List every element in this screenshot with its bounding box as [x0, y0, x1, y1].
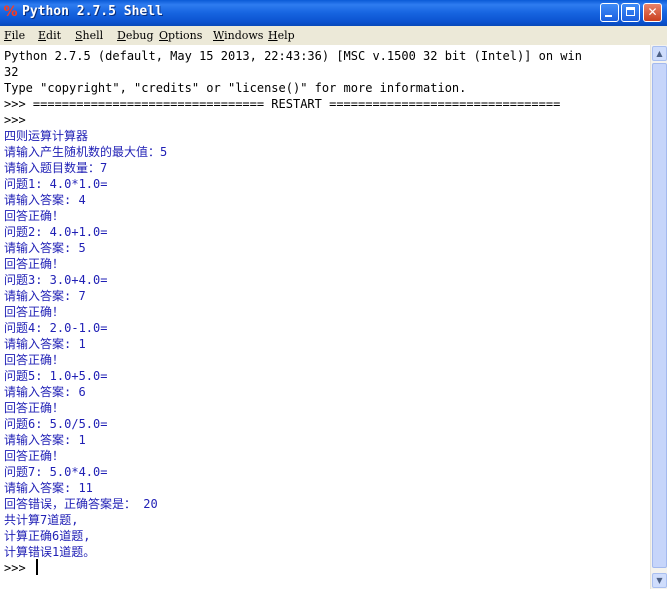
scroll-thumb[interactable]	[652, 63, 667, 568]
close-icon: ✕	[647, 5, 658, 19]
shell-banner-line: Python 2.7.5 (default, May 15 2013, 22:4…	[4, 49, 582, 63]
vertical-scrollbar[interactable]: ▲ ▼	[650, 45, 667, 589]
idle-shell-window: % Python 2.7.5 Shell ✕ File Edit Shell D…	[0, 0, 667, 589]
output-line: 共计算7道题,	[4, 513, 79, 527]
menu-debug[interactable]: Debug	[117, 29, 154, 42]
output-line: 四则运算计算器	[4, 129, 89, 143]
minimize-button[interactable]	[600, 3, 619, 22]
python-idle-icon[interactable]: %	[3, 5, 18, 20]
menu-help[interactable]: Help	[268, 29, 295, 42]
output-line: 回答错误，正确答案是： 20	[4, 497, 158, 511]
restart-line: >>> ================================ RES…	[4, 97, 561, 111]
output-line: 回答正确！	[4, 305, 65, 319]
output-line: 问题1: 4.0*1.0=	[4, 177, 108, 191]
output-line: 请输入答案: 4	[4, 193, 86, 207]
menu-bar: File Edit Shell Debug Options Windows He…	[0, 26, 667, 46]
scroll-up-button[interactable]: ▲	[652, 46, 667, 61]
arrow-up-icon: ▲	[656, 49, 663, 58]
minimize-icon	[605, 15, 612, 17]
output-line: 请输入答案: 7	[4, 289, 86, 303]
output-line: 请输入答案: 5	[4, 241, 86, 255]
output-line: 回答正确！	[4, 257, 65, 271]
output-line: 请输入答案: 6	[4, 385, 86, 399]
output-line: 计算正确6道题,	[4, 529, 91, 543]
output-line: 回答正确！	[4, 209, 65, 223]
shell-text-area[interactable]: Python 2.7.5 (default, May 15 2013, 22:4…	[0, 45, 650, 589]
maximize-icon	[626, 7, 635, 16]
output-line: 请输入答案: 1	[4, 433, 86, 447]
output-line: 问题6: 5.0/5.0=	[4, 417, 108, 431]
output-line: 请输入答案: 11	[4, 481, 93, 495]
input-prompt[interactable]: >>>	[4, 560, 33, 576]
output-line: 问题4: 2.0-1.0=	[4, 321, 108, 335]
menu-file[interactable]: File	[4, 29, 25, 42]
output-line: 回答正确！	[4, 353, 65, 367]
maximize-button[interactable]	[621, 3, 640, 22]
menu-options[interactable]: Options	[159, 29, 202, 42]
output-line: 回答正确！	[4, 449, 65, 463]
arrow-down-icon: ▼	[656, 576, 663, 585]
shell-banner-line: Type "copyright", "credits" or "license(…	[4, 81, 467, 95]
close-button[interactable]: ✕	[643, 3, 662, 22]
output-line: 问题2: 4.0+1.0=	[4, 225, 108, 239]
shell-banner-line: 32	[4, 65, 19, 79]
menu-edit[interactable]: Edit	[38, 29, 61, 42]
output-line: 计算错误1道题。	[4, 545, 96, 559]
menu-shell[interactable]: Shell	[75, 29, 103, 42]
window-title: Python 2.7.5 Shell	[22, 4, 163, 19]
output-line: 问题3: 3.0+4.0=	[4, 273, 108, 287]
title-bar[interactable]: % Python 2.7.5 Shell ✕	[0, 0, 667, 26]
output-line: 请输入题目数量：7	[4, 161, 108, 175]
output-line: 回答正确！	[4, 401, 65, 415]
output-line: 请输入答案: 1	[4, 337, 86, 351]
output-line: 问题7: 5.0*4.0=	[4, 465, 108, 479]
output-line: 请输入产生随机数的最大值：5	[4, 145, 168, 159]
menu-windows[interactable]: Windows	[213, 29, 263, 42]
output-line: 问题5: 1.0+5.0=	[4, 369, 108, 383]
prompt-line: >>>	[4, 113, 33, 127]
text-cursor	[36, 559, 38, 575]
scroll-down-button[interactable]: ▼	[652, 573, 667, 588]
